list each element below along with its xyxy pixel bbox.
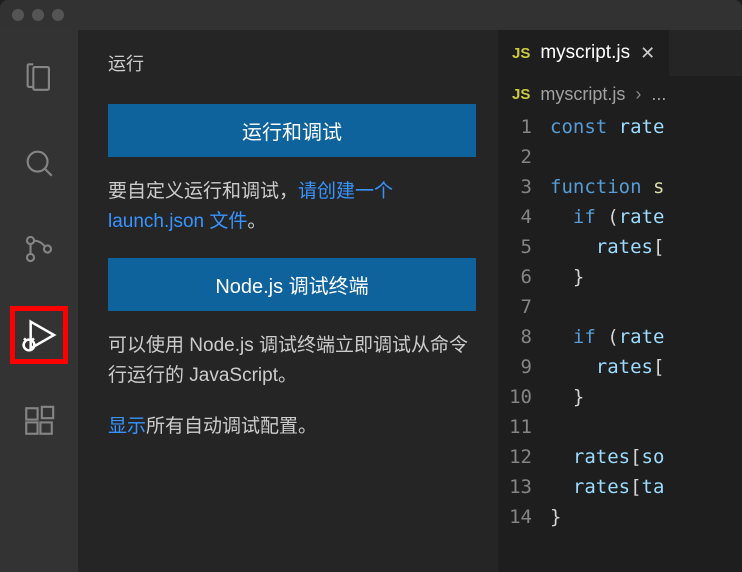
line-gutter: 1234567891011121314: [498, 112, 550, 572]
search-icon[interactable]: [10, 134, 68, 192]
show-link[interactable]: 显示: [108, 416, 146, 437]
tab-myscript[interactable]: JS myscript.js ✕: [498, 30, 669, 76]
code-line[interactable]: rates[so: [550, 442, 742, 472]
js-file-icon: JS: [512, 45, 530, 62]
line-number: 2: [498, 142, 532, 172]
line-number: 11: [498, 412, 532, 442]
code-line[interactable]: const rate: [550, 112, 742, 142]
show-post: 所有自动调试配置。: [146, 416, 317, 437]
traffic-zoom-icon[interactable]: [52, 9, 64, 21]
line-number: 9: [498, 352, 532, 382]
code-line[interactable]: rates[ta: [550, 472, 742, 502]
breadcrumb-file: myscript.js: [540, 84, 625, 105]
tabs-row: JS myscript.js ✕: [498, 30, 742, 76]
line-number: 6: [498, 262, 532, 292]
run-and-debug-button[interactable]: 运行和调试: [108, 104, 476, 157]
traffic-close-icon[interactable]: [12, 9, 24, 21]
line-number: 10: [498, 382, 532, 412]
show-configs-text: 显示所有自动调试配置。: [108, 412, 476, 442]
line-number: 14: [498, 502, 532, 532]
close-icon[interactable]: ✕: [640, 43, 655, 64]
extensions-icon[interactable]: [10, 392, 68, 450]
line-number: 5: [498, 232, 532, 262]
run-sidebar: 运行 运行和调试 要自定义运行和调试，请创建一个 launch.json 文件。…: [78, 30, 498, 572]
run-debug-icon[interactable]: [10, 306, 68, 364]
code-line[interactable]: rates[: [550, 232, 742, 262]
code-line[interactable]: [550, 412, 742, 442]
js-file-icon: JS: [512, 86, 530, 103]
titlebar: [0, 0, 742, 30]
customize-text: 要自定义运行和调试，请创建一个 launch.json 文件。: [108, 177, 476, 238]
text-pre: 要自定义运行和调试，: [108, 181, 298, 202]
sidebar-title: 运行: [108, 50, 476, 76]
activity-bar: [0, 30, 78, 572]
code-line[interactable]: [550, 292, 742, 322]
line-number: 3: [498, 172, 532, 202]
code-line[interactable]: function s: [550, 172, 742, 202]
line-number: 13: [498, 472, 532, 502]
nodejs-debug-terminal-button[interactable]: Node.js 调试终端: [108, 258, 476, 311]
explorer-icon[interactable]: [10, 48, 68, 106]
line-number: 8: [498, 322, 532, 352]
code-lines[interactable]: const rate function s if (rate rates[ } …: [550, 112, 742, 572]
text-post: 。: [247, 211, 266, 232]
code-line[interactable]: }: [550, 502, 742, 532]
code-editor[interactable]: 1234567891011121314 const rate function …: [498, 112, 742, 572]
code-line[interactable]: }: [550, 262, 742, 292]
editor-area: JS myscript.js ✕ JS myscript.js › ... 12…: [498, 30, 742, 572]
traffic-minimize-icon[interactable]: [32, 9, 44, 21]
code-line[interactable]: rates[: [550, 352, 742, 382]
tab-label: myscript.js: [540, 42, 630, 64]
line-number: 4: [498, 202, 532, 232]
chevron-right-icon: ›: [635, 84, 641, 105]
code-line[interactable]: if (rate: [550, 202, 742, 232]
breadcrumb-more: ...: [651, 84, 666, 105]
nodejs-desc-text: 可以使用 Node.js 调试终端立即调试从命令行运行的 JavaScript。: [108, 331, 476, 392]
line-number: 7: [498, 292, 532, 322]
code-line[interactable]: [550, 142, 742, 172]
line-number: 12: [498, 442, 532, 472]
code-line[interactable]: }: [550, 382, 742, 412]
code-line[interactable]: if (rate: [550, 322, 742, 352]
line-number: 1: [498, 112, 532, 142]
source-control-icon[interactable]: [10, 220, 68, 278]
breadcrumb[interactable]: JS myscript.js › ...: [498, 76, 742, 112]
